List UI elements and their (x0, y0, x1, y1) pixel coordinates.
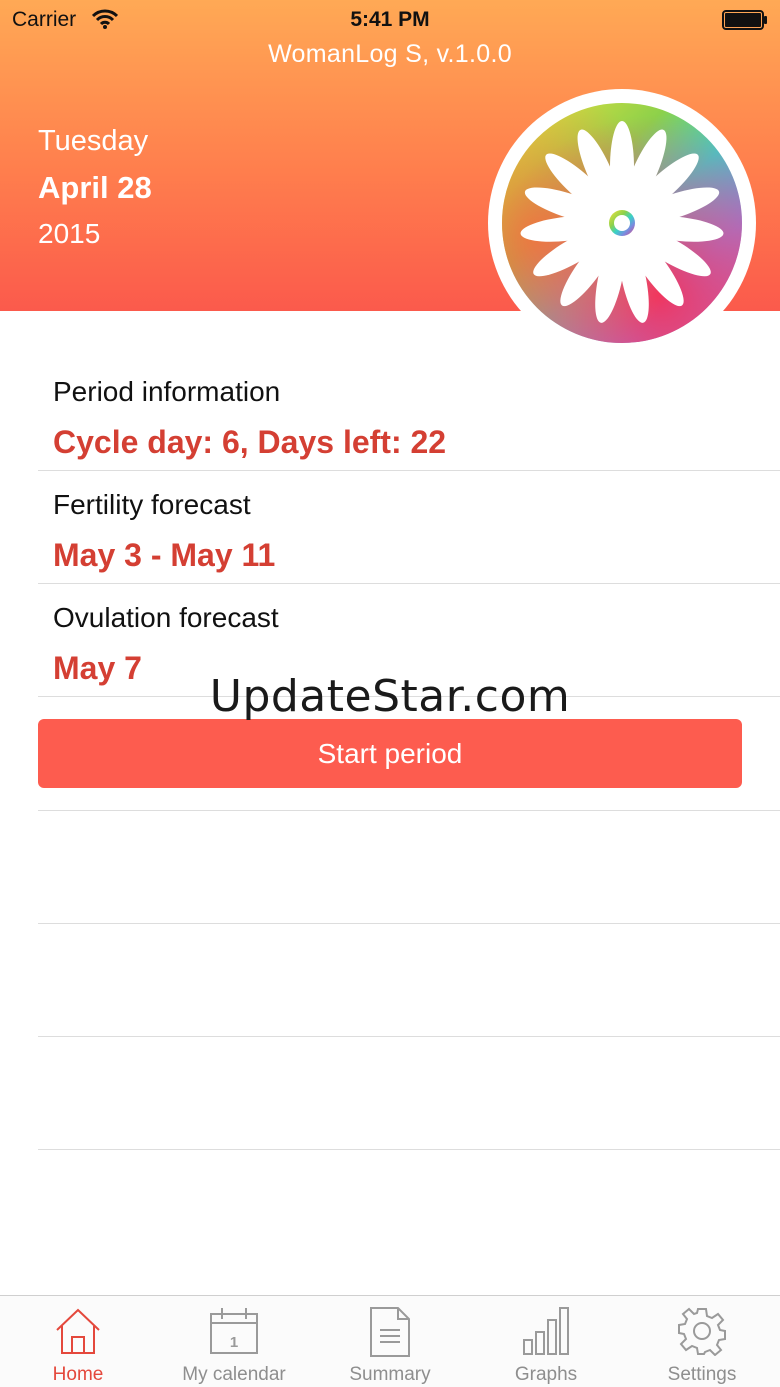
battery-icon (722, 10, 767, 30)
tab-home[interactable]: Home (0, 1296, 156, 1387)
divider (38, 810, 780, 811)
fertility-forecast-row[interactable]: Fertility forecast May 3 - May 11 (38, 471, 780, 584)
tab-home-label: Home (52, 1364, 104, 1385)
ovulation-forecast-title: Ovulation forecast (53, 602, 279, 633)
tab-settings[interactable]: Settings (624, 1296, 780, 1387)
period-information-title: Period information (53, 376, 281, 407)
document-icon (370, 1307, 410, 1357)
tab-summary[interactable]: Summary (312, 1296, 468, 1387)
today-year: 2015 (38, 218, 101, 249)
status-bar: Carrier 5:41 PM (0, 0, 780, 40)
fertility-forecast-title: Fertility forecast (53, 489, 251, 520)
tab-graphs-label: Graphs (514, 1364, 578, 1385)
app-title: WomanLog S, v.1.0.0 (268, 40, 512, 68)
home-icon (56, 1308, 100, 1354)
watermark: UpdateStar.com (209, 671, 571, 722)
divider (38, 923, 780, 924)
today-date: April 28 (38, 170, 152, 205)
divider (38, 1036, 780, 1037)
calendar-icon-day: 1 (230, 1334, 238, 1351)
gear-icon (678, 1307, 726, 1356)
tab-my-calendar[interactable]: 1 My calendar (156, 1296, 312, 1387)
tab-graphs[interactable]: Graphs (468, 1296, 624, 1387)
bar-graph-icon (523, 1307, 569, 1355)
tab-my-calendar-label: My calendar (182, 1364, 286, 1385)
flower-logo-icon (488, 89, 756, 357)
divider (38, 1149, 780, 1150)
fertility-forecast-value: May 3 - May 11 (53, 537, 276, 573)
status-time: 5:41 PM (350, 8, 430, 31)
today-weekday: Tuesday (38, 125, 149, 157)
start-period-button[interactable]: Start period (38, 719, 742, 788)
tab-summary-label: Summary (349, 1364, 431, 1385)
calendar-icon: 1 (210, 1308, 258, 1354)
cycle-day-value: Cycle day: 6, Days left: 22 (53, 424, 447, 460)
tab-settings-label: Settings (667, 1364, 737, 1385)
tab-bar: Home 1 My calendar Summary Graphs Settin… (0, 1295, 780, 1387)
period-information-row[interactable]: Period information Cycle day: 6, Days le… (38, 360, 780, 471)
